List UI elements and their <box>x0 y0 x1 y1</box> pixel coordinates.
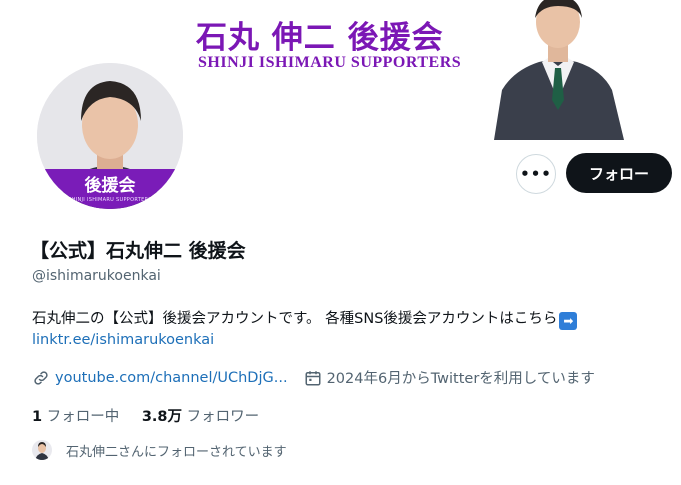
calendar-icon <box>305 370 321 385</box>
avatar-band-text: 後援会 <box>84 176 136 196</box>
following-label: フォロー中 <box>46 409 120 425</box>
website-link[interactable]: youtube.com/channel/UChDjG... <box>55 370 288 386</box>
profile-avatar[interactable]: 後援会 SHINJI ISHIMARU SUPPORTERS <box>34 60 186 212</box>
joined-item: 2024年6月からTwitterを利用しています <box>304 367 595 388</box>
profile-name: 【公式】石丸伸二 後援会 <box>30 240 246 262</box>
followers-label: フォロワー <box>186 409 260 425</box>
avatar-band-small-text: SHINJI ISHIMARU SUPPORTERS <box>68 197 152 203</box>
banner-subtitle: SHINJI ISHIMARU SUPPORTERS <box>198 54 462 71</box>
follower-avatar <box>32 440 52 460</box>
banner-portrait <box>484 0 632 140</box>
following-link[interactable]: 1 フォロー中 <box>32 409 119 425</box>
link-icon <box>34 370 48 385</box>
website-item[interactable]: youtube.com/channel/UChDjG... <box>32 369 288 387</box>
followed-by-text: 石丸伸二さんにフォローされています <box>66 444 287 460</box>
bio-link[interactable]: linktr.ee/ishimarukoenkai <box>32 332 214 348</box>
profile-handle: @ishimarukoenkai <box>32 268 161 284</box>
joined-date: 2024年6月からTwitterを利用しています <box>326 371 595 387</box>
follow-counts: 1 フォロー中 3.8万 フォロワー <box>32 405 259 426</box>
avatar-image: 後援会 SHINJI ISHIMARU SUPPORTERS <box>37 63 183 209</box>
followed-by[interactable]: 石丸伸二さんにフォローされています <box>32 440 287 460</box>
followers-count: 3.8万 <box>141 409 182 425</box>
avatar-band: 後援会 SHINJI ISHIMARU SUPPORTERS <box>37 169 183 209</box>
banner-title: 石丸 伸二 後援会 <box>196 20 444 56</box>
profile-meta: youtube.com/channel/UChDjG... 2024年6月からT… <box>32 367 595 388</box>
right-arrow-icon: ➡ <box>559 312 578 330</box>
following-count: 1 <box>32 409 43 425</box>
more-options-button[interactable]: ••• <box>516 154 556 194</box>
profile-bio: 石丸伸二の【公式】後援会アカウントです。 各種SNS後援会アカウントはこちら ➡ <box>32 309 672 330</box>
bio-text: 石丸伸二の【公式】後援会アカウントです。 各種SNS後援会アカウントはこちら <box>32 311 558 327</box>
followers-link[interactable]: 3.8万 フォロワー <box>142 409 259 425</box>
follow-button[interactable]: フォロー <box>566 153 672 193</box>
